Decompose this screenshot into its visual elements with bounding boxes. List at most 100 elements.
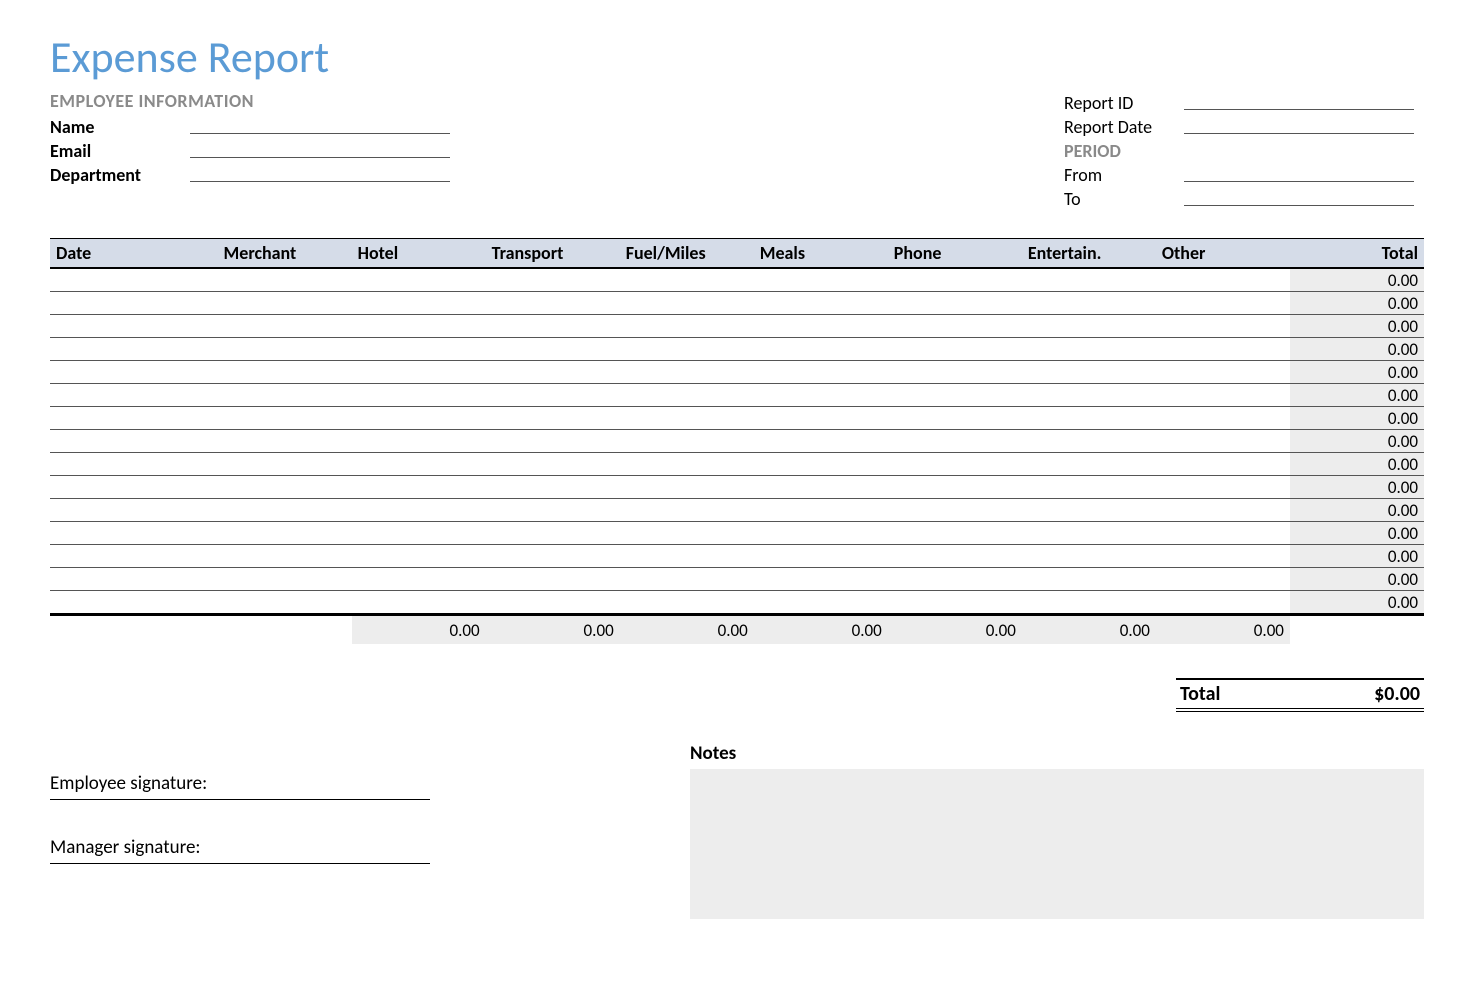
cell-entertain[interactable] [1022,430,1156,453]
cell-phone[interactable] [888,568,1022,591]
cell-transport[interactable] [486,338,620,361]
cell-meals[interactable] [754,407,888,430]
cell-date[interactable] [50,315,218,338]
cell-other[interactable] [1156,453,1290,476]
cell-hotel[interactable] [352,338,486,361]
cell-entertain[interactable] [1022,453,1156,476]
cell-meals[interactable] [754,384,888,407]
cell-date[interactable] [50,407,218,430]
cell-other[interactable] [1156,361,1290,384]
cell-merchant[interactable] [218,545,352,568]
cell-other[interactable] [1156,384,1290,407]
cell-hotel[interactable] [352,384,486,407]
cell-merchant[interactable] [218,338,352,361]
report-id-input-line[interactable] [1184,108,1414,110]
cell-hotel[interactable] [352,522,486,545]
cell-date[interactable] [50,476,218,499]
cell-meals[interactable] [754,315,888,338]
cell-fuel[interactable] [620,522,754,545]
cell-fuel[interactable] [620,568,754,591]
cell-entertain[interactable] [1022,545,1156,568]
cell-phone[interactable] [888,384,1022,407]
cell-merchant[interactable] [218,499,352,522]
cell-transport[interactable] [486,453,620,476]
cell-other[interactable] [1156,591,1290,615]
cell-hotel[interactable] [352,568,486,591]
cell-entertain[interactable] [1022,292,1156,315]
cell-other[interactable] [1156,430,1290,453]
cell-transport[interactable] [486,384,620,407]
cell-entertain[interactable] [1022,591,1156,615]
cell-meals[interactable] [754,522,888,545]
cell-fuel[interactable] [620,453,754,476]
cell-other[interactable] [1156,522,1290,545]
email-input-line[interactable] [190,156,450,158]
cell-fuel[interactable] [620,361,754,384]
cell-date[interactable] [50,568,218,591]
cell-merchant[interactable] [218,476,352,499]
notes-box[interactable] [690,769,1424,919]
cell-meals[interactable] [754,361,888,384]
cell-entertain[interactable] [1022,315,1156,338]
cell-date[interactable] [50,591,218,615]
cell-merchant[interactable] [218,453,352,476]
cell-fuel[interactable] [620,338,754,361]
cell-other[interactable] [1156,476,1290,499]
cell-fuel[interactable] [620,384,754,407]
cell-fuel[interactable] [620,499,754,522]
cell-entertain[interactable] [1022,476,1156,499]
cell-merchant[interactable] [218,568,352,591]
cell-fuel[interactable] [620,591,754,615]
cell-phone[interactable] [888,361,1022,384]
cell-entertain[interactable] [1022,361,1156,384]
cell-entertain[interactable] [1022,568,1156,591]
cell-date[interactable] [50,361,218,384]
cell-phone[interactable] [888,499,1022,522]
cell-date[interactable] [50,545,218,568]
cell-date[interactable] [50,430,218,453]
cell-transport[interactable] [486,292,620,315]
cell-meals[interactable] [754,568,888,591]
cell-phone[interactable] [888,545,1022,568]
cell-hotel[interactable] [352,476,486,499]
cell-hotel[interactable] [352,591,486,615]
period-to-input-line[interactable] [1184,204,1414,206]
cell-meals[interactable] [754,453,888,476]
cell-other[interactable] [1156,338,1290,361]
manager-signature-line[interactable] [50,861,430,864]
cell-merchant[interactable] [218,315,352,338]
cell-merchant[interactable] [218,384,352,407]
cell-phone[interactable] [888,292,1022,315]
cell-hotel[interactable] [352,268,486,292]
cell-merchant[interactable] [218,430,352,453]
cell-meals[interactable] [754,292,888,315]
cell-hotel[interactable] [352,361,486,384]
cell-date[interactable] [50,268,218,292]
cell-phone[interactable] [888,338,1022,361]
cell-merchant[interactable] [218,268,352,292]
cell-fuel[interactable] [620,292,754,315]
cell-meals[interactable] [754,268,888,292]
cell-merchant[interactable] [218,361,352,384]
cell-meals[interactable] [754,476,888,499]
cell-other[interactable] [1156,545,1290,568]
cell-transport[interactable] [486,591,620,615]
cell-phone[interactable] [888,453,1022,476]
cell-meals[interactable] [754,338,888,361]
cell-phone[interactable] [888,407,1022,430]
cell-transport[interactable] [486,568,620,591]
cell-fuel[interactable] [620,430,754,453]
cell-transport[interactable] [486,522,620,545]
cell-date[interactable] [50,384,218,407]
period-from-input-line[interactable] [1184,180,1414,182]
cell-other[interactable] [1156,292,1290,315]
cell-date[interactable] [50,499,218,522]
cell-phone[interactable] [888,315,1022,338]
cell-entertain[interactable] [1022,384,1156,407]
cell-transport[interactable] [486,407,620,430]
cell-other[interactable] [1156,315,1290,338]
cell-merchant[interactable] [218,292,352,315]
cell-meals[interactable] [754,591,888,615]
cell-transport[interactable] [486,361,620,384]
cell-date[interactable] [50,522,218,545]
